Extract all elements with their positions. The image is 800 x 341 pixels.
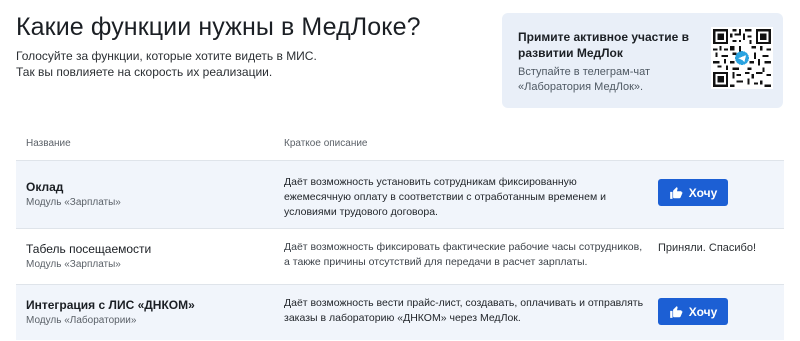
want-button[interactable]: Хочу (658, 298, 728, 325)
table-row: Табель посещаемости Модуль «Зарплаты» Да… (16, 228, 784, 284)
telegram-promo-card[interactable]: Примите активное участие в развитии МедЛ… (502, 13, 783, 108)
want-button[interactable]: Хочу (658, 179, 728, 206)
feature-module: Модуль «Зарплаты» (26, 259, 121, 270)
promo-text: Вступайте в телеграм-чат «Лаборатория Ме… (518, 66, 651, 93)
feature-title: Оклад (26, 180, 64, 194)
column-header-name: Название (26, 138, 71, 149)
feature-module: Модуль «Лаборатории» (26, 315, 137, 326)
thumbs-up-icon (669, 305, 683, 318)
table-row: Интеграция с ЛИС «ДНКОМ» Модуль «Лаборат… (16, 284, 784, 340)
qr-code-icon[interactable] (711, 27, 773, 89)
table-header: Название Краткое описание (16, 128, 784, 160)
feature-description: Даёт возможность установить сотрудникам … (284, 176, 606, 218)
vote-accepted-status: Приняли. Спасибо! (658, 242, 757, 254)
page-subtitle: Голосуйте за функции, которые хотите вид… (16, 48, 486, 80)
features-table: Название Краткое описание Оклад Модуль «… (16, 128, 784, 340)
feature-title: Интеграция с ЛИС «ДНКОМ» (26, 298, 195, 312)
feature-description: Даёт возможность фиксировать фактические… (284, 241, 643, 268)
column-header-description: Краткое описание (284, 138, 368, 149)
feature-description: Даёт возможность вести прайс-лист, созда… (284, 297, 644, 324)
subtitle-line-2: Так вы повлияете на скорость их реализац… (16, 65, 273, 79)
page-title: Какие функции нужны в МедЛоке? (16, 13, 421, 41)
subtitle-line-1: Голосуйте за функции, которые хотите вид… (16, 49, 317, 63)
promo-title: Примите активное участие в развитии МедЛ… (518, 30, 689, 60)
thumbs-up-icon (669, 186, 683, 199)
want-button-label: Хочу (688, 304, 718, 319)
feature-module: Модуль «Зарплаты» (26, 197, 121, 208)
page-header: Какие функции нужны в МедЛоке? Голосуйте… (16, 10, 486, 80)
feature-title: Табель посещаемости (26, 242, 152, 256)
table-row: Оклад Модуль «Зарплаты» Даёт возможность… (16, 160, 784, 228)
want-button-label: Хочу (688, 185, 718, 200)
